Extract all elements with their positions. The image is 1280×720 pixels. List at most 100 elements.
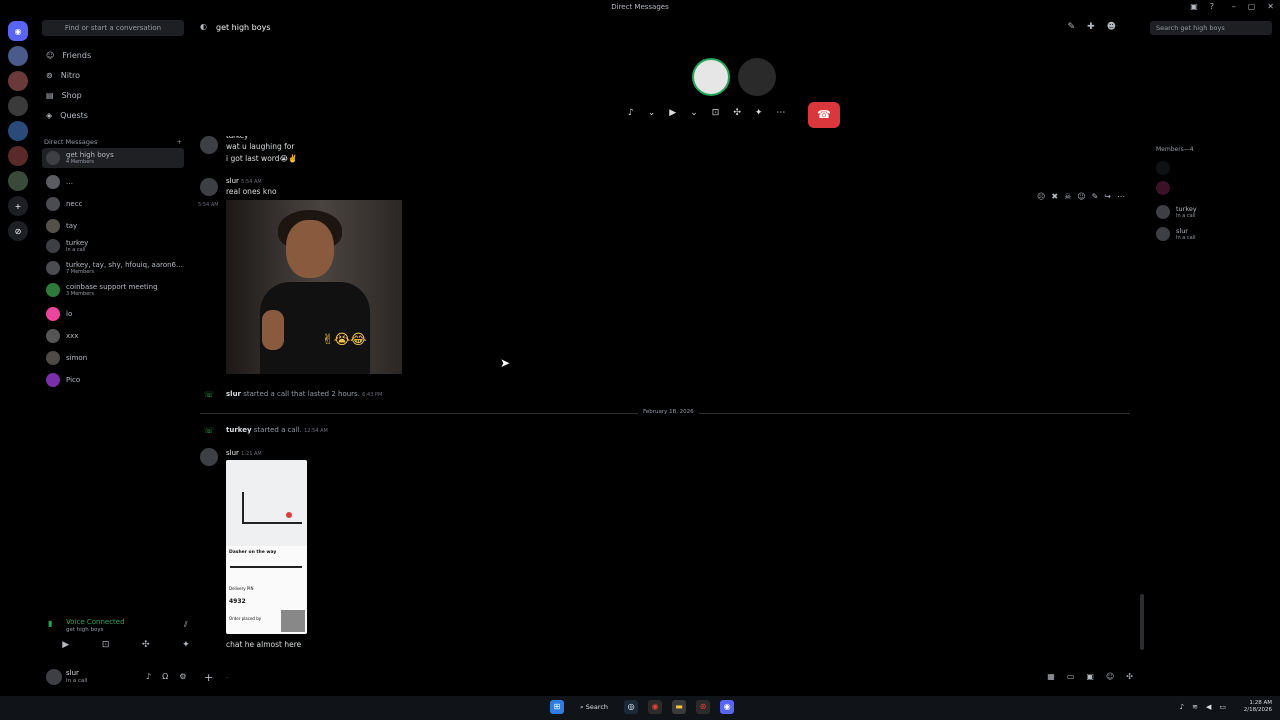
home-discord-icon[interactable]: ◉ — [8, 21, 28, 41]
dm-item[interactable]: turkey, tay, shy, hfouiq, aaron6… 7 Membe… — [42, 258, 184, 278]
system-author[interactable]: turkey — [226, 426, 252, 434]
soundboard-icon[interactable]: ✦ — [182, 640, 190, 650]
message-author[interactable]: slur — [226, 177, 239, 185]
gift-icon[interactable]: ▦ — [1047, 672, 1055, 681]
nav-quests[interactable]: ◈ Quests — [42, 106, 184, 124]
message-input-cursor[interactable]: · — [226, 674, 228, 682]
message-composer[interactable]: + · ▦ ▭ ▣ ☺ ✣ — [190, 666, 1145, 690]
dm-sub: In a call — [66, 247, 86, 253]
sticker-icon[interactable]: ▣ — [1086, 672, 1094, 681]
add-server-icon[interactable]: + — [8, 196, 28, 216]
activities-icon[interactable]: ✣ — [142, 640, 150, 650]
member-item[interactable] — [1156, 178, 1170, 198]
dm-item[interactable]: get high boys 4 Members — [42, 148, 184, 168]
screen-share-icon[interactable]: ⊡ — [712, 108, 720, 118]
avatar[interactable] — [46, 669, 62, 685]
apps-icon[interactable]: ✣ — [1126, 672, 1133, 681]
chevron-down-icon[interactable]: ⌄ — [690, 108, 698, 118]
member-item[interactable]: turkey In a call — [1156, 202, 1197, 222]
soundboard-icon[interactable]: ✦ — [755, 108, 763, 118]
discover-icon[interactable]: ⊘ — [8, 221, 28, 241]
start-windows-icon[interactable]: ⊞ — [550, 700, 564, 714]
screen-share-icon[interactable]: ⊡ — [102, 640, 110, 650]
avatar[interactable] — [200, 448, 218, 466]
more-icon[interactable]: ⋯ — [1117, 192, 1125, 201]
emoji-icon[interactable]: ☺ — [1106, 672, 1114, 681]
voice-channel[interactable]: get high boys — [66, 627, 104, 633]
system-author[interactable]: slur — [226, 390, 241, 398]
dm-item[interactable]: simon — [42, 348, 184, 368]
close-button[interactable]: ✕ — [1267, 2, 1274, 11]
server-icon[interactable] — [8, 46, 28, 66]
dm-item[interactable]: coinbase support meeting 3 Members — [42, 280, 184, 300]
member-item[interactable]: slur In a call — [1156, 224, 1195, 244]
dm-item[interactable]: Pico — [42, 370, 184, 390]
inbox-icon[interactable]: ▣ — [1190, 2, 1198, 11]
minimize-button[interactable]: – — [1232, 2, 1236, 11]
headphones-icon[interactable]: Ω — [162, 672, 168, 681]
server-icon[interactable] — [8, 96, 28, 116]
camera-icon[interactable]: ▶ — [62, 640, 69, 650]
forward-icon[interactable]: ↪ — [1104, 192, 1111, 201]
server-icon[interactable] — [8, 71, 28, 91]
server-icon[interactable] — [8, 171, 28, 191]
pin-icon[interactable]: ✎ — [1068, 22, 1076, 32]
chrome-icon[interactable]: ◉ — [648, 700, 663, 714]
scrollbar[interactable] — [1140, 594, 1144, 650]
steam-icon[interactable]: ◎ — [624, 700, 639, 714]
create-dm-plus-icon[interactable]: + — [177, 138, 182, 146]
add-attachment-icon[interactable]: + — [204, 671, 213, 684]
message-author[interactable]: turkey — [226, 136, 248, 140]
dm-item[interactable]: xxx — [42, 326, 184, 346]
dm-item[interactable]: necc — [42, 194, 184, 214]
volume-icon[interactable]: ◀ — [1206, 703, 1211, 711]
activities-icon[interactable]: ✣ — [733, 108, 741, 118]
discord-icon[interactable]: ◉ — [720, 700, 735, 714]
gif-icon[interactable]: ▭ — [1067, 672, 1075, 681]
reaction-emoji-icon[interactable]: ☠ — [1064, 192, 1071, 201]
members-icon[interactable]: ☻ — [1107, 22, 1116, 32]
camera-off-icon[interactable]: ▶ — [669, 108, 676, 118]
dm-name: turkey, tay, shy, hfouiq, aaron6… — [66, 261, 184, 269]
server-icon[interactable] — [8, 146, 28, 166]
nav-friends[interactable]: ☺ Friends — [42, 46, 184, 64]
avatar[interactable] — [200, 178, 218, 196]
help-icon[interactable]: ? — [1210, 2, 1214, 11]
dm-item[interactable]: … — [42, 172, 184, 192]
participant-avatar[interactable] — [692, 58, 730, 96]
hang-up-button[interactable]: ☎ — [808, 102, 840, 128]
wifi-icon[interactable]: ≋ — [1192, 703, 1198, 711]
gif-attachment[interactable]: ✌😭😂 — [226, 200, 402, 374]
more-icon[interactable]: ⋯ — [776, 108, 785, 118]
image-attachment[interactable]: Dasher on the way Delivery PIN 4932 Orde… — [226, 460, 307, 634]
add-reaction-icon[interactable]: ☺ — [1077, 192, 1085, 201]
battery-icon[interactable]: ▭ — [1219, 703, 1226, 711]
gear-icon[interactable]: ⚙ — [179, 672, 186, 681]
message-author[interactable]: slur — [226, 449, 239, 457]
chevron-down-icon[interactable]: ⌄ — [648, 108, 656, 118]
member-item[interactable] — [1156, 158, 1170, 178]
add-friends-icon[interactable]: ✚ — [1087, 22, 1095, 32]
dm-item[interactable]: turkey In a call — [42, 236, 184, 256]
edit-icon[interactable]: ✎ — [1092, 192, 1099, 201]
noise-suppression-icon[interactable]: ⫽ — [184, 620, 188, 630]
maximize-button[interactable]: ▢ — [1248, 2, 1256, 11]
microphone-icon[interactable]: ♪ — [146, 672, 151, 681]
dm-item[interactable]: lo — [42, 304, 184, 324]
reaction-emoji-icon[interactable]: ☹ — [1037, 192, 1045, 201]
mic-tray-icon[interactable]: ♪ — [1180, 703, 1184, 711]
avatar[interactable] — [200, 136, 218, 154]
participant-avatar[interactable] — [738, 58, 776, 96]
clock[interactable]: 1:28 AM 2/18/2026 — [1244, 700, 1272, 714]
find-conversation-input[interactable]: Find or start a conversation — [42, 20, 184, 36]
file-explorer-icon[interactable]: ▬ — [672, 700, 687, 714]
search-input[interactable]: Search get high boys — [1150, 21, 1272, 35]
microphone-icon[interactable]: ♪ — [628, 108, 634, 118]
nav-shop[interactable]: ▤ Shop — [42, 86, 184, 104]
server-icon[interactable] — [8, 121, 28, 141]
app-icon[interactable]: ⊛ — [696, 700, 711, 714]
reaction-emoji-icon[interactable]: ✖ — [1051, 192, 1058, 201]
nav-nitro[interactable]: ⊚ Nitro — [42, 66, 184, 84]
dm-item[interactable]: tay — [42, 216, 184, 236]
taskbar-search[interactable]: ⌕ Search — [574, 701, 614, 714]
